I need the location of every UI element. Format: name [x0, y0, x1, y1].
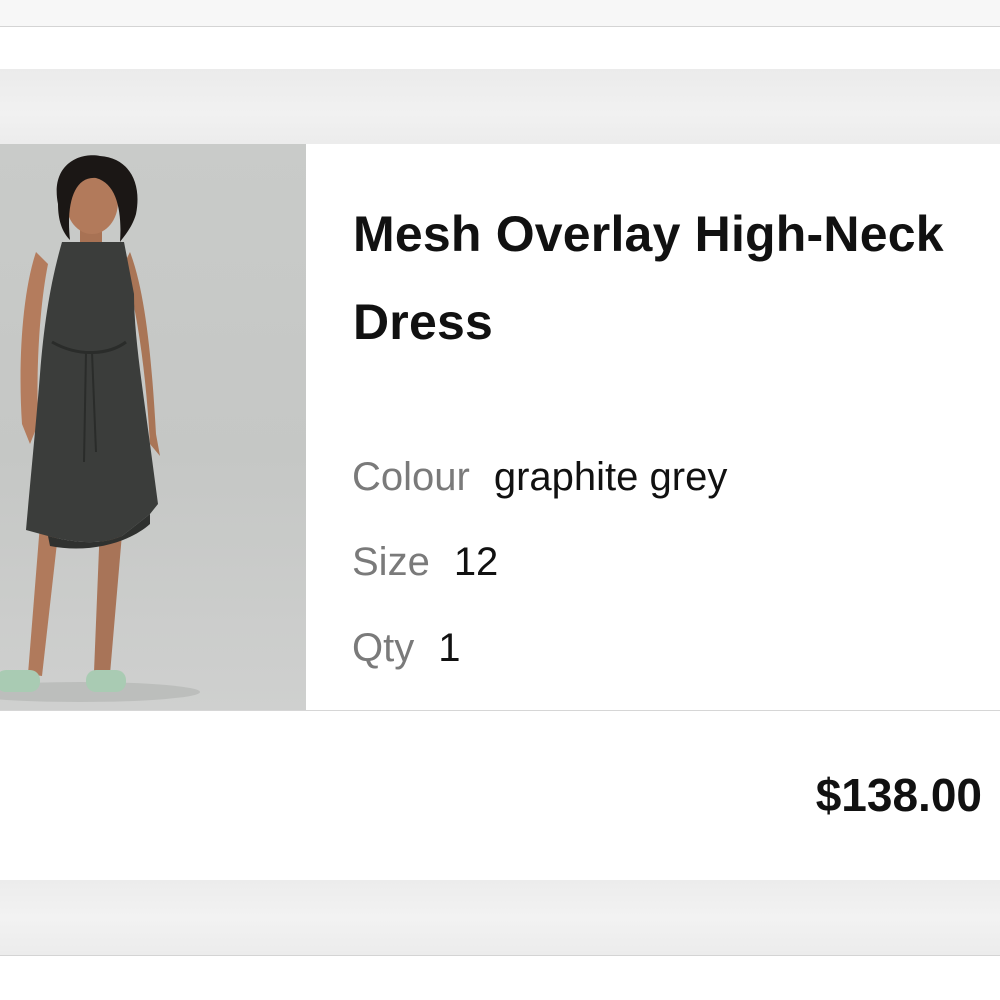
- qty-value: 1: [438, 626, 461, 670]
- cart-item-card: Mesh Overlay High-Neck Dress Colour graph…: [0, 144, 1000, 880]
- item-price: $138.00: [815, 769, 982, 821]
- section-separator-bottom: [0, 880, 1000, 955]
- product-image[interactable]: [0, 144, 306, 710]
- colour-value: graphite grey: [493, 455, 728, 499]
- qty-label: Qty: [352, 626, 415, 670]
- colour-label: Colour: [352, 455, 470, 499]
- colour-row: Colour graphite grey: [352, 453, 727, 501]
- product-photo-dress-icon: [0, 155, 200, 702]
- bottom-spacer: [0, 955, 1000, 1000]
- top-spacer: [0, 27, 1000, 69]
- item-divider: [0, 710, 1000, 711]
- size-row: Size 12: [352, 538, 498, 586]
- cart-page: Mesh Overlay High-Neck Dress Colour graph…: [0, 0, 1000, 1000]
- size-value: 12: [453, 540, 499, 584]
- size-label: Size: [352, 540, 430, 584]
- qty-row: Qty 1: [352, 624, 460, 672]
- top-strip: [0, 0, 1000, 27]
- product-title[interactable]: Mesh Overlay High-Neck Dress: [353, 190, 973, 366]
- section-separator-top: [0, 69, 1000, 144]
